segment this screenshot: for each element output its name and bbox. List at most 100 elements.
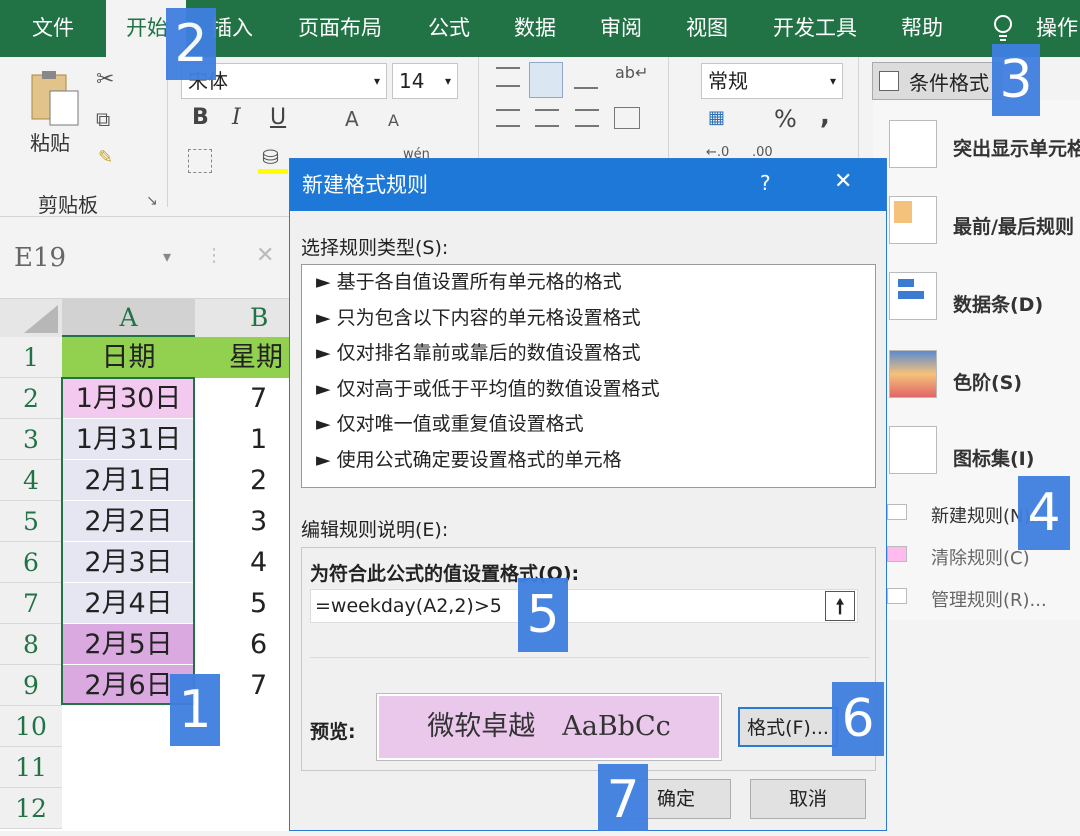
align-left-icon[interactable] xyxy=(496,109,520,127)
align-middle-icon[interactable] xyxy=(529,62,563,98)
date-cell[interactable]: 2月3日 xyxy=(62,542,195,583)
paste-icon[interactable] xyxy=(30,69,80,127)
tab-view[interactable]: 视图 xyxy=(686,0,728,57)
list-item[interactable]: ► 基于各自值设置所有单元格的格式 xyxy=(302,265,875,301)
date-cell[interactable]: 1月31日 xyxy=(62,419,195,460)
row-header[interactable]: 1 xyxy=(0,337,62,378)
step-badge-3: 3 xyxy=(992,44,1040,116)
date-cell[interactable]: 2月1日 xyxy=(62,460,195,501)
cancel-icon[interactable]: ✕ xyxy=(256,243,274,268)
cut-icon[interactable]: ✂ xyxy=(96,67,114,92)
clear-rules-icon xyxy=(887,546,907,562)
menu-color-scales[interactable]: 色阶(S) xyxy=(953,368,1022,395)
row-header[interactable]: 10 xyxy=(0,706,62,747)
menu-clear-rules[interactable]: 清除规则(C) xyxy=(931,544,1030,570)
currency-icon[interactable]: ▦ xyxy=(708,107,725,128)
row-header[interactable]: 8 xyxy=(0,624,62,665)
fill-color-icon[interactable]: ⛁ xyxy=(262,145,279,169)
edit-rule-label: 编辑规则说明(E): xyxy=(301,519,449,541)
date-cell[interactable]: 2月4日 xyxy=(62,583,195,624)
header-cell[interactable]: 日期 xyxy=(62,337,195,378)
number-format-combo[interactable]: 常规 ▾ xyxy=(701,63,843,99)
tab-developer[interactable]: 开发工具 xyxy=(773,0,857,57)
italic-button[interactable]: I xyxy=(232,105,241,130)
list-item[interactable]: ► 仅对排名靠前或靠后的数值设置格式 xyxy=(302,336,875,372)
increase-font-icon[interactable]: A xyxy=(345,107,359,131)
tab-help[interactable]: 帮助 xyxy=(901,0,943,57)
dialog-launcher-icon[interactable]: ↘ xyxy=(146,193,158,209)
align-top-icon[interactable] xyxy=(496,67,520,87)
list-item[interactable]: ► 只为包含以下内容的单元格设置格式 xyxy=(302,301,875,337)
manage-rules-icon xyxy=(887,588,907,604)
align-right-icon[interactable] xyxy=(575,109,599,127)
conditional-format-button[interactable]: 条件格式 xyxy=(872,62,1002,100)
date-cell[interactable]: 2月2日 xyxy=(62,501,195,542)
format-painter-icon[interactable]: ✎ xyxy=(98,147,113,168)
step-badge-7: 7 xyxy=(598,764,648,831)
conditional-format-icon xyxy=(879,71,899,91)
row-header[interactable]: 4 xyxy=(0,460,62,501)
step-badge-4: 4 xyxy=(1018,476,1070,550)
collapse-dialog-icon[interactable]: 🠕 xyxy=(825,591,855,621)
tab-insert[interactable]: 插入 xyxy=(211,0,253,57)
list-item-selected[interactable]: ► 使用公式确定要设置格式的单元格 xyxy=(302,443,875,479)
cancel-button[interactable]: 取消 xyxy=(750,779,866,819)
column-header-a[interactable]: A xyxy=(62,299,195,337)
menu-manage-rules[interactable]: 管理规则(R)... xyxy=(931,586,1047,612)
align-center-icon[interactable] xyxy=(535,109,559,127)
format-button[interactable]: 格式(F)... xyxy=(738,707,838,747)
column-header-b[interactable]: B xyxy=(195,299,290,337)
paste-label[interactable]: 粘贴 xyxy=(30,127,70,156)
row-header[interactable]: 7 xyxy=(0,583,62,624)
list-item[interactable]: ► 仅对唯一值或重复值设置格式 xyxy=(302,407,875,443)
help-button[interactable]: ? xyxy=(760,171,771,195)
new-format-rule-dialog: 新建格式规则 ? ✕ 选择规则类型(S): ► 基于各自值设置所有单元格的格式 … xyxy=(289,158,887,831)
preview-sample: 微软卓越 AaBbCc xyxy=(379,696,719,758)
date-cell[interactable]: 1月30日 xyxy=(62,378,195,419)
tab-data[interactable]: 数据 xyxy=(514,0,556,57)
data-bars-icon xyxy=(889,272,937,320)
formula-input[interactable]: =weekday(A2,2)>5 xyxy=(310,589,858,623)
copy-icon[interactable]: ⧉ xyxy=(96,107,110,131)
lightbulb-icon[interactable] xyxy=(992,14,1014,42)
underline-button[interactable]: U xyxy=(270,105,286,130)
chevron-down-icon[interactable]: ▾ xyxy=(163,247,171,266)
row-header[interactable]: 2 xyxy=(0,378,62,419)
name-box[interactable]: E19 xyxy=(14,243,66,273)
row-header[interactable]: 5 xyxy=(0,501,62,542)
row-header[interactable]: 3 xyxy=(0,419,62,460)
percent-button[interactable]: % xyxy=(774,105,797,133)
date-cell[interactable]: 2月5日 xyxy=(62,624,195,665)
menu-icon-sets[interactable]: 图标集(I) xyxy=(953,444,1034,471)
select-all-corner[interactable] xyxy=(0,299,62,337)
align-bottom-icon[interactable] xyxy=(574,75,598,89)
menu-top-bottom-rules[interactable]: 最前/最后规则 xyxy=(953,212,1074,239)
more-icon: ⋮ xyxy=(205,245,223,266)
decrease-font-icon[interactable]: A xyxy=(388,111,399,130)
rule-type-list[interactable]: ► 基于各自值设置所有单元格的格式 ► 只为包含以下内容的单元格设置格式 ► 仅… xyxy=(301,264,876,488)
borders-icon[interactable] xyxy=(188,149,212,173)
row-header[interactable]: 9 xyxy=(0,665,62,706)
fill-color-bar xyxy=(258,169,288,174)
list-item[interactable]: ► 仅对高于或低于平均值的数值设置格式 xyxy=(302,372,875,408)
row-header[interactable]: 11 xyxy=(0,747,62,788)
comma-button[interactable]: , xyxy=(820,101,830,131)
tab-file[interactable]: 文件 xyxy=(32,0,74,57)
menu-highlight-rules[interactable]: 突出显示单元格 xyxy=(953,134,1080,161)
tab-formulas[interactable]: 公式 xyxy=(428,0,470,57)
tab-tell-me[interactable]: 操作 xyxy=(1036,0,1078,57)
tab-page-layout[interactable]: 页面布局 xyxy=(298,0,382,57)
font-size-combo[interactable]: 14 ▾ xyxy=(392,63,458,99)
bold-button[interactable]: B xyxy=(192,105,209,130)
top-bottom-rules-icon xyxy=(889,196,937,244)
close-icon[interactable]: ✕ xyxy=(834,169,852,194)
rule-type-label: 选择规则类型(S): xyxy=(301,237,449,259)
merge-center-icon[interactable] xyxy=(614,107,640,129)
row-header[interactable]: 6 xyxy=(0,542,62,583)
tab-review[interactable]: 审阅 xyxy=(600,0,642,57)
wrap-text-icon[interactable]: ab↵ xyxy=(615,63,648,82)
menu-data-bars[interactable]: 数据条(D) xyxy=(953,290,1043,317)
preview-label: 预览: xyxy=(310,721,356,743)
row-header[interactable]: 12 xyxy=(0,788,62,829)
icon-sets-icon xyxy=(889,426,937,474)
